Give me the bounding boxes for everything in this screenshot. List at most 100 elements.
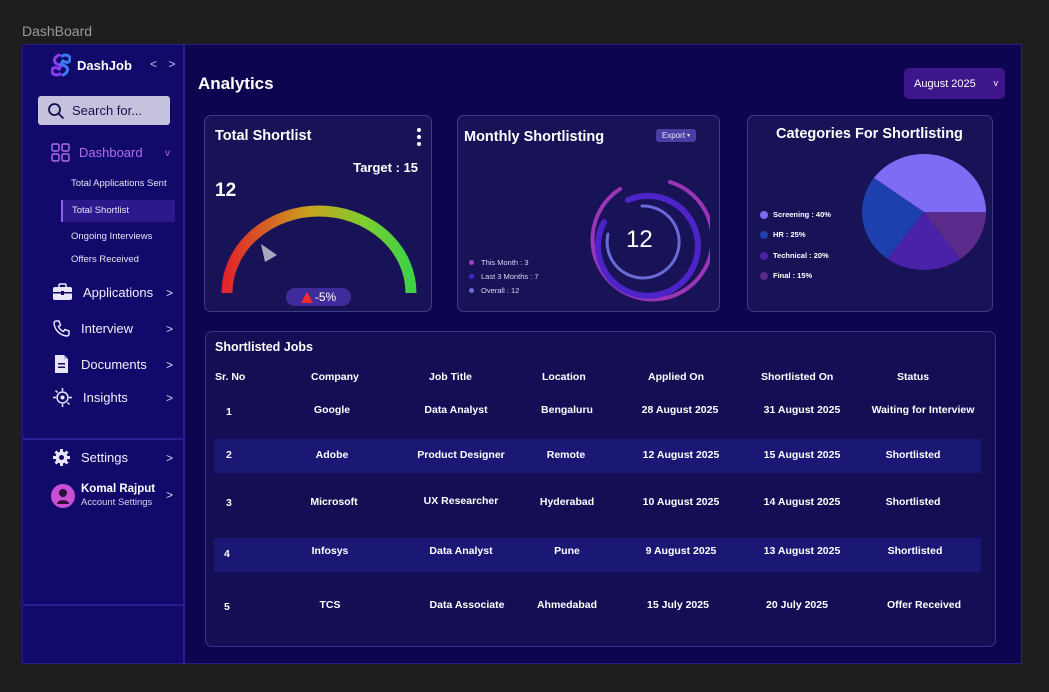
table-title: Shortlisted Jobs	[215, 340, 313, 354]
sidebar-sub-offers-received[interactable]: Offers Received	[71, 254, 139, 265]
profile-name: Komal Rajput	[81, 483, 156, 495]
sidebar-sub-total-applications[interactable]: Total Applications Sent	[71, 178, 167, 189]
search-input[interactable]: Search for...	[38, 96, 170, 125]
cell-location: Remote	[546, 449, 586, 461]
cell-location: Bengaluru	[541, 404, 593, 416]
categories-title: Categories For Shortlisting	[776, 126, 963, 142]
delta-badge: -5%	[286, 288, 351, 306]
collapse-toggle[interactable]: < >	[150, 57, 179, 71]
more-vertical-icon[interactable]	[417, 128, 421, 149]
brand-name: DashJob	[77, 57, 132, 73]
gear-icon	[53, 449, 70, 466]
sidebar-item-insights[interactable]: Insights	[52, 387, 128, 408]
col-header-company: Company	[311, 371, 359, 383]
chevron-right-icon[interactable]: >	[166, 358, 173, 372]
cell-shortlisted-on: 14 August 2025	[763, 496, 841, 508]
cell-applied-on: 9 August 2025	[645, 545, 717, 557]
sidebar-item-dashboard[interactable]: Dashboard	[51, 143, 143, 162]
legend-last-3-months: Last 3 Months : 7	[469, 272, 539, 281]
sidebar-item-settings-label: Settings	[81, 450, 128, 465]
legend-dot	[760, 271, 768, 280]
delta-value: -5%	[314, 290, 337, 304]
chevron-right-icon[interactable]: >	[166, 451, 173, 465]
legend-label: Last 3 Months : 7	[481, 272, 539, 281]
cell-sr-no: 2	[226, 449, 232, 461]
legend-label: Screening : 40%	[773, 210, 831, 219]
sidebar-item-insights-label: Insights	[83, 390, 128, 405]
user-avatar-icon	[57, 488, 69, 504]
sidebar-divider	[23, 604, 185, 606]
total-shortlist-title: Total Shortlist	[215, 128, 312, 144]
profile[interactable]: Komal Rajput Account Settings	[51, 483, 155, 508]
table-row[interactable]: 1 Google Data Analyst Bengaluru 28 Augus…	[214, 394, 981, 428]
total-shortlist-card: Total Shortlist Target : 15 12 -5%	[204, 115, 432, 312]
sidebar-item-applications-label: Applications	[83, 284, 154, 300]
chevron-right-icon[interactable]: >	[166, 488, 173, 502]
cell-sr-no: 5	[224, 601, 230, 613]
table-row[interactable]: 3 Microsoft UX Researcher Hyderabad 10 A…	[214, 486, 981, 520]
shortlist-gauge	[221, 205, 417, 294]
month-select[interactable]: August 2025 v	[904, 68, 1005, 99]
cell-company: TCS	[319, 599, 341, 611]
cell-location: Hyderabad	[539, 496, 595, 508]
legend-hr: HR : 25%	[760, 230, 806, 239]
table-row[interactable]: 5 TCS Data Associate Ahmedabad 15 July 2…	[214, 588, 981, 622]
profile-subtitle: Account Settings	[81, 497, 153, 508]
legend-this-month: This Month : 3	[469, 258, 529, 267]
col-header-location: Location	[542, 371, 586, 383]
cell-shortlisted-on: 15 August 2025	[763, 449, 841, 461]
chevron-right-icon[interactable]: >	[166, 322, 173, 336]
col-header-sr-no: Sr. No	[215, 371, 246, 383]
briefcase-icon	[53, 283, 72, 300]
monthly-center-value: 12	[626, 226, 653, 253]
canvas-label: DashBoard	[22, 23, 93, 39]
chevron-down-icon: v	[993, 78, 999, 88]
cell-status: Shortlisted	[887, 545, 943, 557]
cell-location: Pune	[554, 545, 580, 557]
cell-sr-no: 3	[226, 497, 232, 509]
table-row[interactable]: 4 Infosys Data Analyst Pune 9 August 202…	[214, 538, 981, 572]
target-label: Target : 15	[353, 160, 418, 175]
search-icon	[48, 102, 65, 119]
legend-dot	[469, 274, 474, 279]
dashboard-frame: DashJob < > Search for... Dashboard v To…	[22, 44, 1022, 664]
table-row[interactable]: 2 Adobe Product Designer Remote 12 Augus…	[214, 439, 981, 473]
phone-icon	[53, 320, 70, 337]
legend-overall: Overall : 12	[469, 286, 519, 295]
brand[interactable]: DashJob	[51, 53, 132, 77]
col-header-job-title: Job Title	[429, 371, 472, 383]
chevron-right-icon[interactable]: >	[166, 286, 173, 300]
month-select-value: August 2025	[914, 77, 976, 90]
chevron-right-icon[interactable]: >	[166, 391, 173, 405]
sidebar-item-documents[interactable]: Documents	[52, 354, 147, 374]
legend-final: Final : 15%	[760, 271, 812, 280]
cell-shortlisted-on: 31 August 2025	[763, 404, 841, 416]
col-header-shortlisted-on: Shortlisted On	[761, 371, 834, 383]
shortlisted-jobs-table: Shortlisted Jobs Sr. No Company Job Titl…	[205, 331, 996, 647]
cell-status: Shortlisted	[885, 496, 941, 508]
legend-label: Final : 15%	[773, 271, 813, 280]
cell-shortlisted-on: 13 August 2025	[763, 545, 841, 557]
sidebar-item-settings[interactable]: Settings	[52, 448, 128, 467]
col-header-applied-on: Applied On	[648, 371, 704, 383]
chevron-down-icon[interactable]: v	[165, 148, 170, 159]
cell-status: Waiting for Interview	[871, 404, 975, 416]
sidebar-item-interview[interactable]: Interview	[52, 319, 133, 338]
sidebar-sub-total-shortlist[interactable]: Total Shortlist	[61, 200, 175, 222]
export-button[interactable]: Export ▾	[656, 129, 696, 142]
sidebar-sub-ongoing-interviews[interactable]: Ongoing Interviews	[71, 231, 152, 242]
cell-status: Offer Received	[886, 599, 962, 611]
cell-sr-no: 1	[226, 406, 232, 418]
cell-applied-on: 28 August 2025	[641, 404, 719, 416]
cell-job-title: Data Associate	[429, 599, 505, 611]
sidebar-item-dashboard-label: Dashboard	[79, 145, 143, 160]
sidebar-item-interview-label: Interview	[81, 321, 134, 336]
cell-status: Shortlisted	[885, 449, 941, 461]
legend-label: Technical : 20%	[773, 251, 829, 260]
export-label: Export	[661, 131, 686, 140]
sidebar-item-applications[interactable]: Applications	[52, 283, 153, 301]
cell-applied-on: 12 August 2025	[642, 449, 720, 461]
col-header-status: Status	[897, 371, 930, 383]
categories-pie-chart	[862, 154, 986, 270]
legend-dot	[760, 210, 768, 219]
